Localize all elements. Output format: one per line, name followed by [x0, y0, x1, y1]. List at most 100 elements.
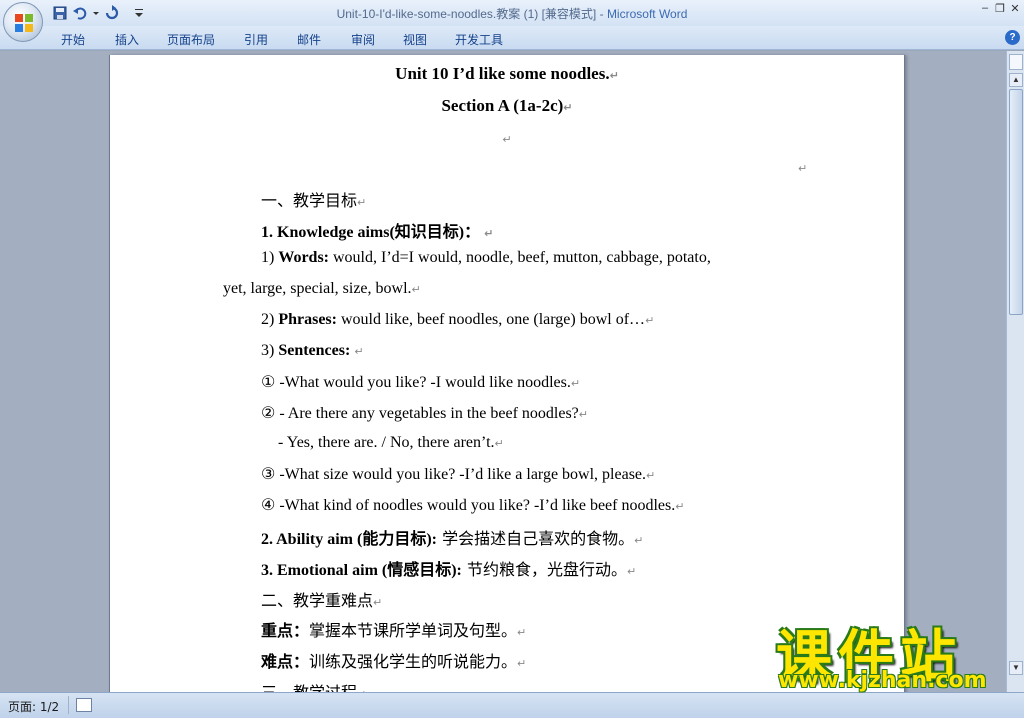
sentence-2: ② - Are there any vegetables in the beef… [261, 403, 588, 423]
doc-title-text: Unit 10 I’d like some noodles. [395, 64, 610, 83]
heading-key-points-text: 二、教学重难点 [261, 591, 374, 610]
sentences-line: 3) Sentences: ↵ [261, 342, 364, 360]
phrases-text: would like, beef noodles, one (large) bo… [336, 311, 646, 328]
empty-paragraph: ↵ [110, 130, 904, 148]
knowledge-aims-text: 1. Knowledge aims(知识目标)： [261, 224, 481, 241]
restore-button[interactable]: ❐ [993, 2, 1007, 15]
page-counter[interactable]: 页面: 1/2 [8, 698, 59, 715]
phrases-label: Phrases: [278, 311, 337, 328]
words-line-2: yet, large, special, size, bowl.↵ [223, 280, 421, 298]
window-title-doc: Unit-10-I'd-like-some-noodles.教案 (1) [兼容… [336, 7, 607, 21]
ability-aim-text: 学会描述自己喜欢的食物。 [437, 529, 635, 548]
sentences-label: Sentences: [278, 342, 351, 359]
status-divider [68, 696, 69, 714]
sentence-1: ① -What would you like? -I would like no… [261, 372, 580, 392]
paragraph-mark: ↵ [563, 101, 573, 114]
document-area: Unit 10 I’d like some noodles.↵ Section … [0, 51, 1006, 692]
words-number: 1) [261, 249, 279, 266]
minimize-button[interactable]: – [978, 2, 992, 14]
help-icon[interactable]: ? [1005, 30, 1020, 45]
title-bar: Unit-10-I'd-like-some-noodles.教案 (1) [兼容… [0, 0, 1024, 26]
empty-paragraph-right: ↵ [798, 159, 807, 177]
paragraph-mark: ↵ [484, 227, 494, 240]
knowledge-aims: 1. Knowledge aims(知识目标)： ↵ [261, 218, 493, 242]
paragraph-mark: ↵ [494, 437, 504, 450]
ability-aim-label: 2. Ability aim (能力目标): [261, 531, 437, 548]
words-line-1: 1) Words: would, I’d=I would, noodle, be… [261, 249, 711, 267]
scroll-up-arrow-icon[interactable]: ▲ [1009, 73, 1023, 87]
document-page[interactable]: Unit 10 I’d like some noodles.↵ Section … [109, 55, 905, 692]
heading-key-points: 二、教学重难点↵ [261, 587, 382, 611]
words-label: Words: [278, 249, 329, 266]
sentences-number: 3) [261, 342, 279, 359]
sentence-2-answer: - Yes, there are. / No, there aren’t.↵ [278, 434, 504, 452]
paragraph-mark: ↵ [675, 500, 685, 513]
paragraph-mark: ↵ [626, 565, 637, 578]
paragraph-mark: ↵ [354, 345, 364, 358]
office-button[interactable] [3, 2, 43, 42]
emotional-aim: 3. Emotional aim (情感目标): 节约粮食，光盘行动。↵ [261, 556, 636, 580]
paragraph-mark: ↵ [645, 314, 655, 327]
phrases-line: 2) Phrases: would like, beef noodles, on… [261, 311, 654, 329]
office-logo-icon [15, 14, 33, 32]
paragraph-mark: ↵ [517, 626, 527, 639]
doc-section: Section A (1a-2c)↵ [110, 96, 904, 116]
heading-objectives-text: 一、教学目标 [261, 191, 358, 210]
ribbon-tabs: 开始 插入 页面布局 引用 邮件 审阅 视图 开发工具 ? [0, 26, 1024, 50]
sentence-3: ③ -What size would you like? -I’d like a… [261, 464, 655, 484]
heading-process: 三、教学过程↵ [261, 679, 366, 692]
emotional-aim-text: 节约粮食，光盘行动。 [461, 560, 627, 579]
tab-mailings[interactable]: 邮件 [297, 31, 321, 48]
tab-references[interactable]: 引用 [244, 31, 268, 48]
watermark-logo: 课件站 www.kjzhan.com [770, 612, 1010, 693]
emotional-aim-label: 3. Emotional aim (情感目标): [261, 562, 462, 579]
window-title: Unit-10-I'd-like-some-noodles.教案 (1) [兼容… [0, 5, 1024, 22]
vertical-scrollbar[interactable]: ▲ ▼ [1006, 51, 1024, 692]
watermark-url: www.kjzhan.com [778, 668, 987, 693]
paragraph-mark: ↵ [646, 469, 656, 482]
words-text-1: would, I’d=I would, noodle, beef, mutton… [329, 249, 711, 266]
tab-developer[interactable]: 开发工具 [455, 31, 503, 48]
paragraph-mark: ↵ [634, 534, 644, 547]
phrases-number: 2) [261, 311, 279, 328]
paragraph-mark: ↵ [411, 283, 421, 296]
tab-view[interactable]: 视图 [403, 31, 427, 48]
paragraph-mark: ↵ [502, 133, 512, 146]
paragraph-mark: ↵ [570, 377, 581, 390]
difficult-point-text: 训练及强化学生的听说能力。 [309, 652, 518, 671]
doc-title: Unit 10 I’d like some noodles.↵ [110, 64, 904, 84]
close-button[interactable]: ✕ [1008, 2, 1022, 15]
view-ruler-icon[interactable] [1009, 54, 1023, 70]
difficult-point-label: 难点： [261, 652, 310, 671]
ability-aim: 2. Ability aim (能力目标): 学会描述自己喜欢的食物。↵ [261, 525, 643, 549]
tab-review[interactable]: 审阅 [351, 31, 375, 48]
paragraph-mark: ↵ [373, 596, 383, 609]
sentence-2-text: ② - Are there any vegetables in the beef… [261, 405, 579, 422]
doc-section-text: Section A (1a-2c) [441, 96, 564, 115]
paragraph-mark: ↵ [517, 657, 527, 670]
paragraph-mark: ↵ [357, 196, 367, 209]
tab-home[interactable]: 开始 [61, 31, 85, 48]
key-point-text: 掌握本节课所学单词及句型。 [309, 621, 518, 640]
tab-insert[interactable]: 插入 [115, 31, 139, 48]
heading-process-text: 三、教学过程 [261, 683, 357, 692]
status-bar: 页面: 1/2 [0, 692, 1024, 718]
sentence-3-text: ③ -What size would you like? -I’d like a… [261, 466, 647, 483]
key-point-label: 重点： [261, 621, 310, 640]
window-title-app: Microsoft Word [606, 7, 688, 21]
paragraph-mark: ↵ [578, 408, 588, 421]
tab-page-layout[interactable]: 页面布局 [167, 31, 215, 48]
scrollbar-thumb[interactable] [1009, 89, 1023, 315]
sentence-1-text: ① -What would you like? -I would like no… [261, 374, 571, 391]
sentence-2-answer-text: - Yes, there are. / No, there aren’t. [278, 434, 495, 451]
paragraph-mark: ↵ [609, 69, 619, 82]
difficult-point: 难点：训练及强化学生的听说能力。↵ [261, 648, 526, 672]
words-text-2: yet, large, special, size, bowl. [223, 280, 412, 297]
sentence-4-text: ④ -What kind of noodles would you like? … [261, 497, 676, 514]
key-point: 重点：掌握本节课所学单词及句型。↵ [261, 617, 526, 641]
scroll-down-arrow-icon[interactable]: ▼ [1009, 661, 1023, 675]
heading-objectives: 一、教学目标↵ [261, 187, 366, 211]
sentence-4: ④ -What kind of noodles would you like? … [261, 495, 684, 515]
paragraph-mark: ↵ [798, 162, 808, 175]
proofing-icon[interactable] [76, 698, 92, 712]
